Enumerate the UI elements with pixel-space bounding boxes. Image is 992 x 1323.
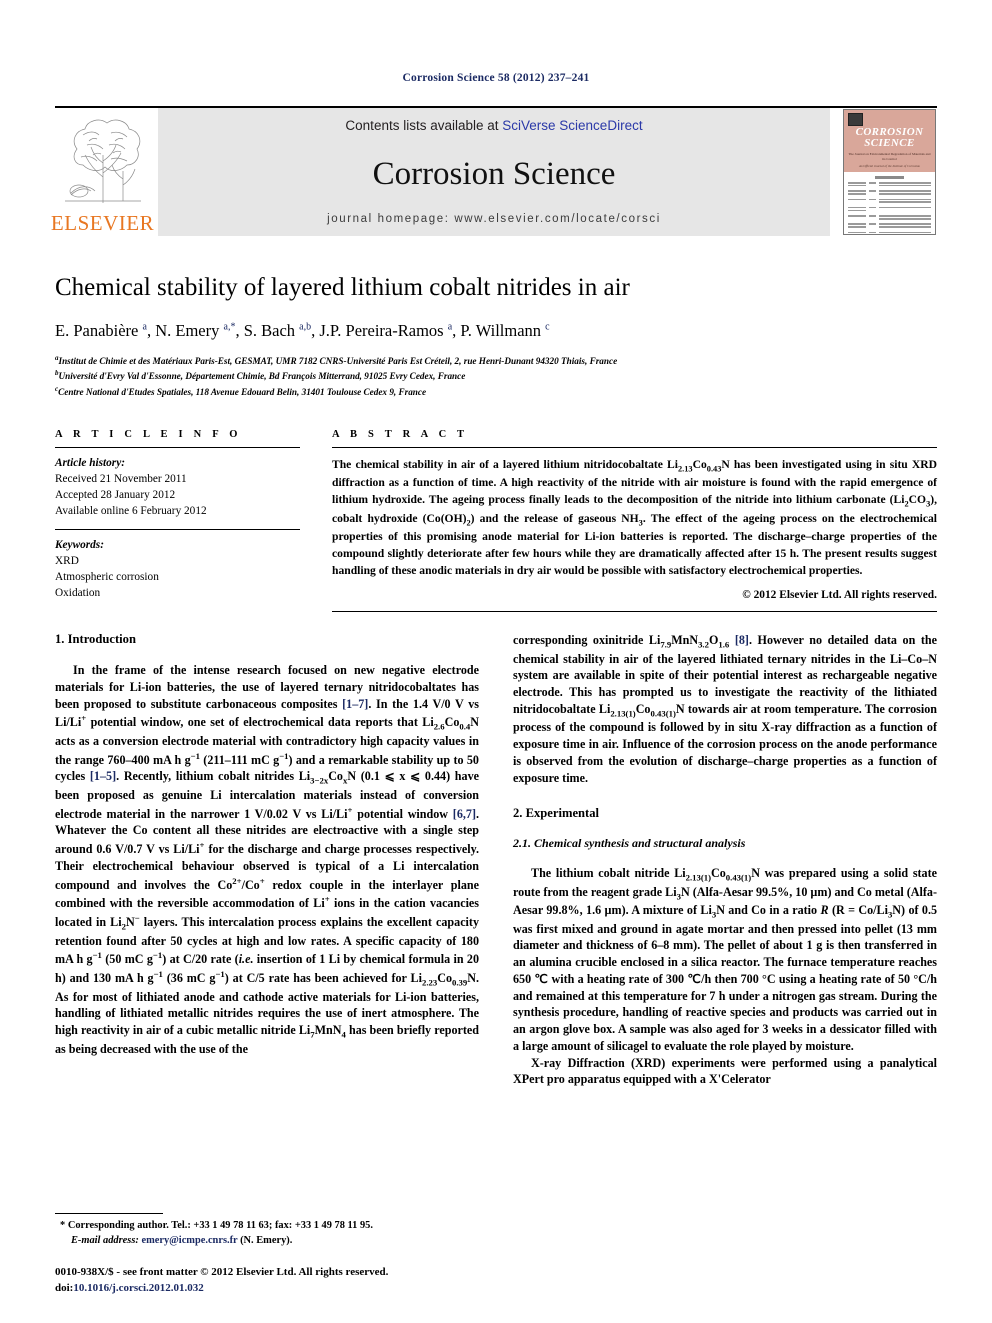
affiliation-item: cCentre National d'Etudes Spatiales, 118… — [55, 384, 937, 399]
journal-homepage-link[interactable]: journal homepage: www.elsevier.com/locat… — [327, 213, 661, 225]
cover-entry — [848, 206, 931, 213]
cover-entry — [848, 198, 931, 205]
doi-line: doi:10.1016/j.corsci.2012.01.032 — [55, 1281, 475, 1297]
divider — [332, 611, 937, 613]
journal-masthead: ELSEVIER Contents lists available at Sci… — [51, 106, 937, 236]
cover-subtitle: The Journal on Environmental Degradation… — [848, 152, 931, 161]
email-note: E-mail address: emery@icmpe.cnrs.fr (N. … — [55, 1234, 475, 1249]
article-history-group: Article history: Received 21 November 20… — [55, 448, 300, 529]
history-accepted: Accepted 28 January 2012 — [55, 489, 176, 502]
contents-available-line: Contents lists available at SciVerse Sci… — [345, 118, 642, 133]
history-online: Available online 6 February 2012 — [55, 505, 207, 518]
journal-title: Corrosion Science — [372, 155, 616, 192]
publisher-logo: ELSEVIER — [51, 108, 154, 236]
intro-paragraph-part2: corresponding oxinitride Li7.9MnN3.2O1.6… — [513, 633, 937, 785]
issn-copyright-block: 0010-938X/$ - see front matter © 2012 El… — [55, 1265, 475, 1297]
article-body: 1. Introduction In the frame of the inte… — [55, 632, 937, 1088]
section-heading-introduction: 1. Introduction — [55, 632, 136, 647]
info-abstract-region: A R T I C L E I N F O Article history: R… — [55, 428, 937, 613]
keyword-item: XRD — [55, 555, 79, 568]
affiliation-text: Université d'Evry Val d'Essonne, Départe… — [58, 371, 466, 382]
corresponding-author-note: * Corresponding author. Tel.: +33 1 49 7… — [55, 1219, 475, 1234]
affiliation-item: aInstitut de Chimie et des Matériaux Par… — [55, 353, 937, 368]
cover-contents-heading — [875, 176, 904, 179]
section-heading-experimental: 2. Experimental — [513, 806, 600, 821]
abstract-heading: A B S T R A C T — [332, 428, 469, 440]
cover-entry — [848, 215, 931, 221]
affiliation-list: aInstitut de Chimie et des Matériaux Par… — [55, 353, 937, 399]
keywords-label: Keywords: — [55, 539, 104, 552]
affiliation-text: Institut de Chimie et des Matériaux Pari… — [58, 355, 618, 366]
elsevier-wordmark: ELSEVIER — [50, 211, 155, 235]
footnote-region: * Corresponding author. Tel.: +33 1 49 7… — [55, 1213, 475, 1297]
cover-entry — [848, 231, 931, 234]
article-info-column: A R T I C L E I N F O Article history: R… — [55, 429, 300, 612]
issn-line: 0010-938X/$ - see front matter © 2012 El… — [55, 1266, 389, 1279]
journal-cover-thumbnail: CORROSION SCIENCE The Journal on Environ… — [842, 108, 937, 236]
article-page: Corrosion Science 58 (2012) 237–241 ELSE… — [0, 0, 992, 1323]
cover-entry — [848, 182, 931, 188]
cover-subtitle-2: An Official Journal of the Institute of … — [858, 164, 921, 168]
title-block: Chemical stability of layered lithium co… — [55, 274, 937, 399]
email-suffix: (N. Emery). — [240, 1234, 293, 1246]
running-head: Corrosion Science 58 (2012) 237–241 — [402, 72, 590, 84]
abstract-column: A B S T R A C T The chemical stability i… — [332, 428, 937, 613]
author-list: E. Panabière a, N. Emery a,*, S. Bach a,… — [55, 320, 550, 340]
abstract-text: The chemical stability in air of a layer… — [332, 457, 937, 578]
subsection-heading-synthesis: 2.1. Chemical synthesis and structural a… — [513, 836, 746, 851]
article-history-label: Article history: — [55, 456, 125, 469]
contents-prefix: Contents lists available at — [345, 118, 503, 133]
body-column-left: 1. Introduction In the frame of the inte… — [55, 632, 479, 1088]
email-link[interactable]: emery@icmpe.cnrs.fr — [141, 1235, 237, 1246]
elsevier-tree-icon — [64, 119, 141, 203]
affiliation-item: bUniversité d'Evry Val d'Essonne, Départ… — [55, 368, 937, 383]
cover-stamp-icon — [848, 113, 863, 126]
keyword-item: Atmospheric corrosion — [55, 571, 159, 584]
corresponding-text: Corresponding author. Tel.: +33 1 49 78 … — [67, 1220, 373, 1231]
cover-entry — [848, 223, 931, 229]
experimental-paragraph-2: X-ray Diffraction (XRD) experiments were… — [513, 1055, 937, 1087]
experimental-paragraph-1: The lithium cobalt nitride Li2.13(1)Co0.… — [513, 866, 938, 1053]
cover-entry — [848, 190, 931, 196]
keyword-item: Oxidation — [55, 587, 101, 600]
body-column-right: corresponding oxinitride Li7.9MnN3.2O1.6… — [513, 632, 937, 1088]
cover-contents-list — [844, 172, 935, 234]
page-title: Chemical stability of layered lithium co… — [55, 274, 630, 301]
history-received: Received 21 November 2011 — [55, 473, 187, 485]
cover-header: CORROSION SCIENCE The Journal on Environ… — [844, 110, 935, 172]
footnote-divider — [55, 1213, 163, 1214]
email-label: E-mail address: — [71, 1234, 139, 1246]
cover-title-line2: SCIENCE — [864, 137, 915, 149]
doi-label: doi: — [55, 1282, 74, 1295]
article-info-heading: A R T I C L E I N F O — [55, 428, 242, 440]
cover-image: CORROSION SCIENCE The Journal on Environ… — [843, 109, 936, 235]
masthead-band: Contents lists available at SciVerse Sci… — [158, 108, 830, 236]
intro-paragraph-part1: In the frame of the intense research foc… — [55, 663, 480, 1056]
copyright-line: © 2012 Elsevier Ltd. All rights reserved… — [742, 589, 937, 602]
doi-link[interactable]: 10.1016/j.corsci.2012.01.032 — [73, 1282, 203, 1294]
affiliation-text: Centre National d'Etudes Spatiales, 118 … — [58, 386, 427, 397]
sciencedirect-link[interactable]: SciVerse ScienceDirect — [502, 118, 642, 133]
corresponding-marker: * — [60, 1220, 66, 1231]
keywords-group: Keywords: XRD Atmospheric corrosion Oxid… — [55, 530, 300, 611]
